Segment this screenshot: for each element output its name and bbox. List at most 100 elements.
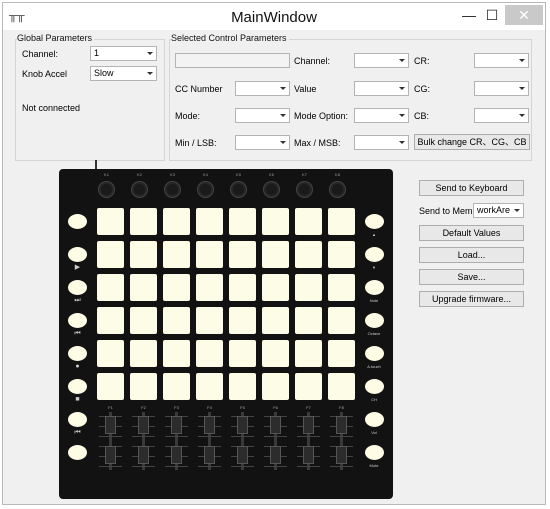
left-side-button-7[interactable] — [68, 412, 87, 427]
pad-r6-c5[interactable] — [229, 373, 256, 400]
mode-option-select[interactable] — [354, 108, 409, 123]
pad-r2-c3[interactable] — [163, 241, 190, 268]
pad-r6-c3[interactable] — [163, 373, 190, 400]
fader-5[interactable] — [229, 412, 256, 470]
pad-r1-c4[interactable] — [196, 208, 223, 235]
pad-r6-c4[interactable] — [196, 373, 223, 400]
pad-r1-c5[interactable] — [229, 208, 256, 235]
fader-cap[interactable] — [270, 446, 281, 464]
knob-accel-select[interactable]: Slow — [90, 66, 157, 81]
pad-r6-c2[interactable] — [130, 373, 157, 400]
pad-r2-c7[interactable] — [295, 241, 322, 268]
fader-cap[interactable] — [303, 446, 314, 464]
pad-r5-c3[interactable] — [163, 340, 190, 367]
mode-select[interactable] — [235, 108, 290, 123]
pad-r3-c6[interactable] — [262, 274, 289, 301]
pad-r6-c1[interactable] — [97, 373, 124, 400]
pad-r3-c4[interactable] — [196, 274, 223, 301]
cr-select[interactable] — [474, 53, 529, 68]
pad-r2-c4[interactable] — [196, 241, 223, 268]
save-button[interactable]: Save... — [419, 269, 524, 285]
right-side-button-7[interactable] — [365, 412, 384, 427]
pad-r3-c8[interactable] — [328, 274, 355, 301]
pad-r2-c8[interactable] — [328, 241, 355, 268]
value-select[interactable] — [354, 81, 409, 96]
load-button[interactable]: Load... — [419, 247, 524, 263]
fader-cap[interactable] — [105, 416, 116, 434]
pad-r4-c6[interactable] — [262, 307, 289, 334]
cc-number-select[interactable] — [235, 81, 290, 96]
fader-cap[interactable] — [336, 446, 347, 464]
control-name-field[interactable] — [175, 53, 290, 68]
left-side-button-2[interactable] — [68, 247, 87, 262]
pad-r4-c5[interactable] — [229, 307, 256, 334]
pad-r4-c1[interactable] — [97, 307, 124, 334]
fader-cap[interactable] — [204, 416, 215, 434]
right-side-button-5[interactable] — [365, 346, 384, 361]
knob-3[interactable] — [164, 181, 181, 198]
fader-8[interactable] — [328, 412, 355, 470]
fader-4[interactable] — [196, 412, 223, 470]
pad-r3-c3[interactable] — [163, 274, 190, 301]
send-to-keyboard-button[interactable]: Send to Keyboard — [419, 180, 524, 196]
left-side-button-5[interactable] — [68, 346, 87, 361]
sel-channel-select[interactable] — [354, 53, 409, 68]
left-side-button-3[interactable] — [68, 280, 87, 295]
pad-r5-c7[interactable] — [295, 340, 322, 367]
pad-r6-c6[interactable] — [262, 373, 289, 400]
knob-2[interactable] — [131, 181, 148, 198]
right-side-button-6[interactable] — [365, 379, 384, 394]
knob-1[interactable] — [98, 181, 115, 198]
pad-r3-c2[interactable] — [130, 274, 157, 301]
pad-r5-c5[interactable] — [229, 340, 256, 367]
fader-cap[interactable] — [270, 416, 281, 434]
max-msb-select[interactable] — [354, 135, 409, 150]
min-lsb-select[interactable] — [235, 135, 290, 150]
default-values-button[interactable]: Default Values — [419, 225, 524, 241]
right-side-button-2[interactable] — [365, 247, 384, 262]
pad-r1-c7[interactable] — [295, 208, 322, 235]
fader-cap[interactable] — [303, 416, 314, 434]
knob-5[interactable] — [230, 181, 247, 198]
fader-3[interactable] — [163, 412, 190, 470]
maximize-button[interactable]: ☐ — [481, 5, 503, 25]
right-side-button-4[interactable] — [365, 313, 384, 328]
fader-cap[interactable] — [204, 446, 215, 464]
knob-7[interactable] — [296, 181, 313, 198]
fader-cap[interactable] — [171, 416, 182, 434]
pad-r3-c1[interactable] — [97, 274, 124, 301]
fader-cap[interactable] — [138, 446, 149, 464]
pad-r6-c7[interactable] — [295, 373, 322, 400]
global-channel-select[interactable]: 1 — [90, 46, 157, 61]
pad-r5-c4[interactable] — [196, 340, 223, 367]
pad-r3-c7[interactable] — [295, 274, 322, 301]
minimize-button[interactable]: — — [459, 5, 479, 25]
fader-cap[interactable] — [237, 416, 248, 434]
cg-select[interactable] — [474, 81, 529, 96]
pad-r3-c5[interactable] — [229, 274, 256, 301]
pad-r1-c6[interactable] — [262, 208, 289, 235]
pad-r4-c3[interactable] — [163, 307, 190, 334]
pad-r1-c3[interactable] — [163, 208, 190, 235]
right-side-button-8[interactable] — [365, 445, 384, 460]
pad-r4-c8[interactable] — [328, 307, 355, 334]
pad-r5-c2[interactable] — [130, 340, 157, 367]
send-to-mem-select[interactable]: workAre — [473, 203, 524, 218]
right-side-button-3[interactable] — [365, 280, 384, 295]
fader-6[interactable] — [262, 412, 289, 470]
fader-cap[interactable] — [105, 446, 116, 464]
knob-4[interactable] — [197, 181, 214, 198]
fader-cap[interactable] — [171, 446, 182, 464]
pad-r4-c2[interactable] — [130, 307, 157, 334]
pad-r4-c7[interactable] — [295, 307, 322, 334]
pad-r2-c6[interactable] — [262, 241, 289, 268]
cb-select[interactable] — [474, 108, 529, 123]
upgrade-firmware-button[interactable]: Upgrade firmware... — [419, 291, 524, 307]
fader-cap[interactable] — [138, 416, 149, 434]
pad-r1-c2[interactable] — [130, 208, 157, 235]
pad-r5-c8[interactable] — [328, 340, 355, 367]
knob-8[interactable] — [329, 181, 346, 198]
pad-r5-c1[interactable] — [97, 340, 124, 367]
left-side-button-8[interactable] — [68, 445, 87, 460]
pad-r2-c2[interactable] — [130, 241, 157, 268]
